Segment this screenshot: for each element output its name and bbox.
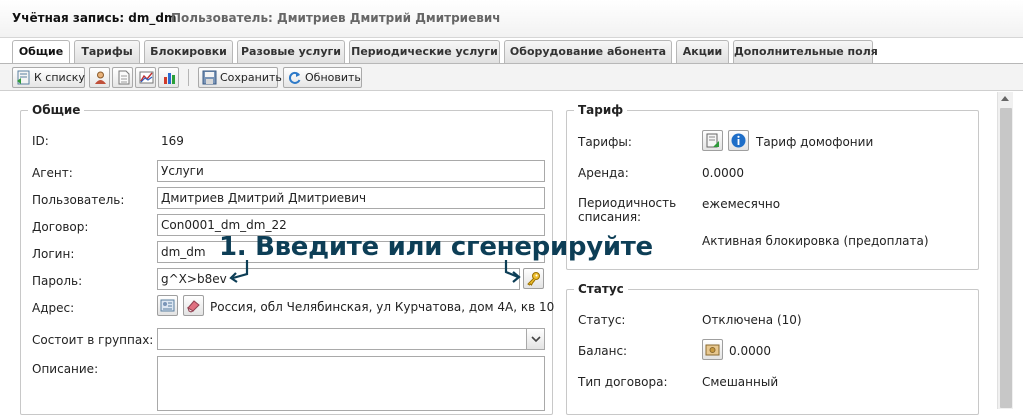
status-fieldset	[566, 289, 979, 415]
scroll-up-arrow[interactable]	[1001, 96, 1009, 101]
info-icon	[731, 133, 746, 148]
clear-address-button[interactable]	[183, 295, 204, 316]
tariff-info-button[interactable]	[728, 130, 749, 151]
bar-chart-icon	[164, 73, 175, 84]
tab-tariffs[interactable]: Тарифы	[74, 40, 140, 63]
bar-chart-button[interactable]	[158, 67, 179, 88]
id-value: 169	[161, 134, 184, 148]
key-icon	[527, 272, 540, 286]
rent-value: 0.0000	[702, 166, 744, 180]
periodicity-label-line2: списания:	[578, 210, 642, 224]
scroll-thumb[interactable]	[1000, 108, 1012, 408]
chevron-down-icon	[531, 336, 541, 343]
description-textarea[interactable]	[157, 356, 545, 411]
tariff-name: Тариф домофонии	[756, 135, 874, 149]
periodicity-value: ежемесячно	[702, 197, 781, 211]
annotation-arrow-right	[504, 260, 521, 283]
save-label: Сохранить	[220, 71, 282, 84]
save-icon	[202, 70, 217, 85]
tariff-edit-button[interactable]	[702, 130, 723, 151]
vertical-scrollbar[interactable]	[997, 92, 1013, 409]
contract-label: Договор:	[32, 220, 89, 234]
refresh-label: Обновить	[305, 71, 361, 84]
agent-field[interactable]: Услуги	[157, 160, 545, 182]
general-legend: Общие	[28, 103, 85, 117]
agent-label: Агент:	[32, 166, 73, 180]
address-book-button[interactable]	[157, 295, 178, 316]
tariffs-label: Тарифы:	[578, 135, 632, 149]
contract-type-value: Смешанный	[702, 375, 779, 389]
user-field[interactable]: Дмитриев Дмитрий Дмитриевич	[157, 187, 545, 209]
refresh-icon	[288, 71, 301, 84]
password-label: Пароль:	[32, 274, 83, 288]
balance-icon	[705, 344, 720, 356]
user-label: Пользователь:	[32, 193, 125, 207]
description-label: Описание:	[32, 362, 99, 376]
address-value: Россия, обл Челябинская, ул Курчатова, д…	[210, 300, 555, 314]
balance-label: Баланс:	[578, 344, 628, 358]
balance-button[interactable]	[702, 339, 723, 360]
contract-type-label: Тип договора:	[578, 375, 668, 389]
tab-blocks[interactable]: Блокировки	[144, 40, 233, 63]
balance-value: 0.0000	[729, 344, 771, 358]
tariff-edit-icon	[706, 133, 719, 148]
tab-equipment[interactable]: Оборудование абонента	[504, 40, 672, 63]
address-card-icon	[160, 299, 175, 312]
tab-one-time-services[interactable]: Разовые услуги	[237, 40, 345, 63]
rent-label: Аренда:	[578, 166, 629, 180]
id-label: ID:	[32, 134, 49, 148]
refresh-button[interactable]: Обновить	[283, 67, 362, 88]
back-to-list-button[interactable]: К списку	[12, 67, 85, 88]
tab-bar: Общие Тарифы Блокировки Разовые услуги П…	[12, 40, 1023, 64]
groups-dropdown-button[interactable]	[526, 329, 544, 349]
tariff-legend: Тариф	[574, 103, 628, 117]
document-button[interactable]	[112, 67, 133, 88]
toolbar: К списку Сохранить Обновить	[0, 63, 1023, 91]
tab-promotions[interactable]: Акции	[676, 40, 729, 63]
account-title: Учётная запись: dm_dm	[12, 11, 177, 25]
tab-periodic-services[interactable]: Периодические услуги	[349, 40, 500, 63]
status-value: Отключена (10)	[702, 313, 802, 327]
back-to-list-label: К списку	[34, 71, 85, 84]
groups-select[interactable]	[157, 328, 545, 350]
eraser-icon	[187, 300, 200, 313]
user-button[interactable]	[89, 67, 110, 88]
toolbar-separator	[188, 69, 189, 86]
document-icon	[118, 70, 130, 85]
list-back-icon	[17, 70, 30, 85]
user-icon	[95, 71, 106, 84]
annotation-arrow-left	[229, 260, 249, 283]
account-header: Учётная запись: dm_dm Пользователь: Дмит…	[0, 0, 1023, 38]
chart-button[interactable]	[135, 67, 156, 88]
groups-label: Состоит в группах:	[32, 333, 154, 347]
account-user: Пользователь: Дмитриев Дмитрий Дмитриеви…	[171, 11, 501, 25]
tab-general[interactable]: Общие	[12, 40, 70, 64]
login-label: Логин:	[32, 247, 75, 261]
address-label: Адрес:	[32, 301, 75, 315]
generate-password-button[interactable]	[523, 268, 544, 289]
chart-icon	[139, 71, 154, 84]
periodicity-label-line1: Периодичность	[578, 196, 677, 210]
save-button[interactable]: Сохранить	[198, 67, 282, 88]
block-value: Активная блокировка (предоплата)	[702, 234, 929, 248]
status-legend: Статус	[574, 282, 628, 296]
tab-extra-fields[interactable]: Дополнительные поля	[733, 40, 878, 63]
password-field[interactable]: g^X>b8ev	[157, 268, 520, 290]
status-label: Статус:	[578, 313, 626, 327]
